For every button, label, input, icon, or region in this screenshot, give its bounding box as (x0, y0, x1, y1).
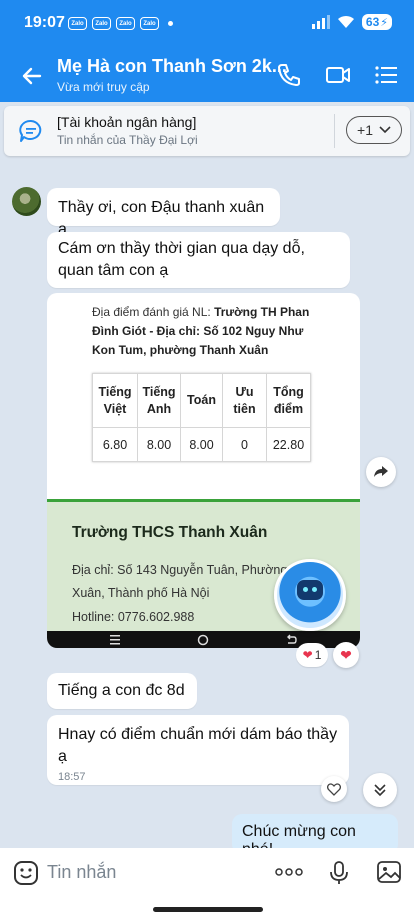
score-table: Tiếng Việt Tiếng Anh Toán Ưu tiên Tổng đ… (92, 373, 311, 462)
more-pinned-count: +1 (357, 122, 373, 138)
table-cell: 8.00 (180, 427, 223, 462)
emoji-icon[interactable] (13, 860, 39, 886)
zalo-notification-icon: Zalo (68, 17, 87, 30)
battery-indicator: 63 ⚡ (361, 14, 392, 30)
reaction-count[interactable]: ❤ 1 (296, 643, 328, 667)
document-location-label: Địa điểm đánh giá NL: (92, 305, 215, 319)
pinned-subtitle: Tin nhắn của Thầy Đại Lợi (57, 133, 198, 147)
message-text: Tiếng a con đc 8d (58, 682, 185, 699)
table-header: Tổng điểm (266, 373, 311, 428)
chevron-down-icon (379, 126, 391, 134)
message-text: Cám ơn thầy thời gian qua dạy dỗ, quan t… (58, 240, 305, 279)
signal-icon (311, 15, 330, 29)
more-notifications-dot-icon (168, 21, 173, 26)
system-indicators: 63 ⚡ (311, 14, 392, 30)
status-time: 19:07 (24, 14, 65, 31)
heart-icon: ❤ (302, 648, 313, 662)
reaction-number: 1 (314, 648, 322, 662)
image-gallery-icon[interactable] (376, 860, 402, 884)
school-name: Trường THCS Thanh Xuân (72, 524, 268, 541)
avatar[interactable] (12, 187, 41, 216)
more-options-icon[interactable] (275, 868, 303, 876)
share-arrow-icon (374, 466, 388, 477)
microphone-icon[interactable] (329, 860, 349, 886)
chat-status: Vừa mới truy cập (57, 80, 150, 94)
zalo-notification-icon: Zalo (116, 17, 135, 30)
wifi-icon (337, 15, 354, 28)
table-header: Tiếng Việt (92, 373, 138, 428)
message-bubble[interactable]: Thầy ơi, con Đậu thanh xuân ạ (47, 188, 280, 238)
divider (334, 114, 335, 148)
video-call-icon[interactable] (325, 62, 351, 88)
message-time: 18:57 (58, 771, 86, 783)
back-arrow-icon[interactable] (18, 62, 46, 90)
message-composer: Tin nhắn (0, 848, 414, 898)
home-indicator[interactable] (153, 907, 263, 912)
chat-header: Mẹ Hà con Thanh Sơn 2k... Vừa mới truy c… (0, 48, 414, 102)
scroll-to-bottom-button[interactable] (363, 773, 397, 807)
zalo-notification-icon: Zalo (140, 17, 159, 30)
status-bar: 19:07 Zalo Zalo Zalo Zalo 63 ⚡ (0, 0, 414, 48)
share-button[interactable] (366, 457, 396, 487)
school-address: Địa chỉ: Số 143 Nguyễn Tuân, Phường (72, 563, 288, 577)
phone-call-icon[interactable] (276, 62, 302, 88)
table-header: Toán (180, 373, 223, 428)
zalo-notification-icon: Zalo (92, 17, 111, 30)
gesture-bar (0, 898, 414, 920)
react-button[interactable] (321, 776, 347, 802)
table-cell: 6.80 (92, 427, 138, 462)
heart-outline-icon (327, 782, 341, 796)
chat-bubble-icon (19, 119, 42, 142)
table-cell: 8.00 (137, 427, 181, 462)
table-cell: 0 (222, 427, 267, 462)
react-heart-button[interactable]: ❤ (333, 642, 359, 668)
table-row: 6.80 8.00 8.00 0 22.80 (92, 427, 311, 462)
chat-title[interactable]: Mẹ Hà con Thanh Sơn 2k... (57, 56, 287, 77)
document-location-text: Địa điểm đánh giá NL: Trường TH Phan Đìn… (92, 303, 324, 360)
charging-icon: ⚡ (380, 16, 388, 29)
robot-icon (297, 580, 323, 600)
recent-apps-icon (110, 635, 120, 645)
pinned-message-bar[interactable]: [Tài khoản ngân hàng] Tin nhắn của Thầy … (4, 106, 410, 156)
school-hotline: Hotline: 0776.602.988 (72, 610, 195, 624)
table-header-row: Tiếng Việt Tiếng Anh Toán Ưu tiên Tổng đ… (92, 373, 311, 428)
school-address: Xuân, Thành phố Hà Nội (72, 586, 210, 600)
back-icon (287, 634, 297, 644)
double-chevron-down-icon (374, 784, 386, 797)
message-bubble[interactable]: Tiếng a con đc 8d (47, 673, 197, 709)
ai-assistant-button[interactable] (274, 559, 346, 631)
pinned-title: [Tài khoản ngân hàng] (57, 114, 197, 130)
message-bubble[interactable]: Hnay có điểm chuẩn mới dám báo thầy ạ 18… (47, 715, 349, 785)
table-header: Ưu tiên (222, 373, 267, 428)
message-input[interactable]: Tin nhắn (47, 862, 116, 883)
table-cell: 22.80 (266, 427, 311, 462)
heart-icon: ❤ (340, 646, 352, 663)
message-text: Hnay có điểm chuẩn mới dám báo thầy ạ (58, 726, 338, 765)
message-bubble[interactable]: Cám ơn thầy thời gian qua dạy dỗ, quan t… (47, 232, 350, 288)
battery-level: 63 (365, 15, 380, 29)
table-header: Tiếng Anh (137, 373, 181, 428)
chat-menu-icon[interactable] (373, 62, 399, 88)
notification-icons: Zalo Zalo Zalo Zalo (68, 17, 173, 30)
more-pinned-button[interactable]: +1 (346, 116, 402, 144)
home-circle-icon (197, 634, 209, 646)
